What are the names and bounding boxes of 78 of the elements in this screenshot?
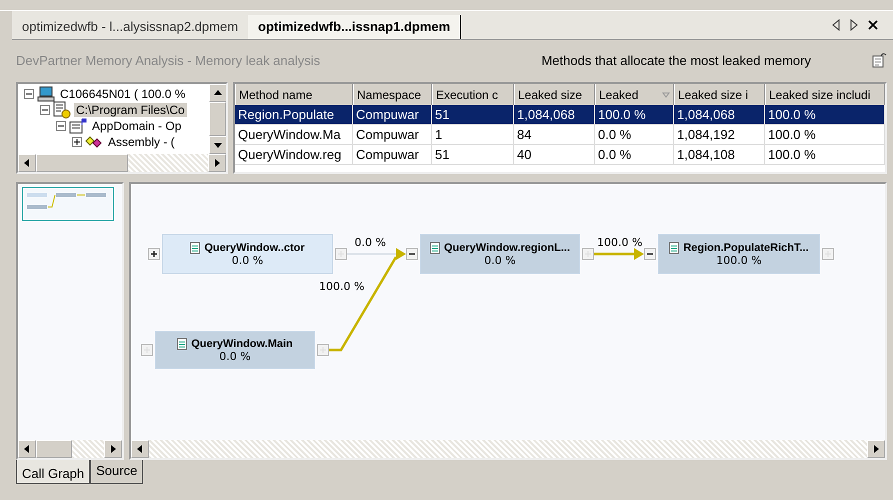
table-cell: 84 bbox=[514, 125, 595, 145]
scrollbar-thumb[interactable] bbox=[36, 154, 128, 172]
document-icon bbox=[430, 242, 440, 254]
table-cell: QueryWindow.Ma bbox=[235, 125, 353, 145]
document-tab[interactable]: optimizedwfb...issnap1.dpmem bbox=[248, 15, 462, 39]
scroll-right-icon[interactable] bbox=[849, 19, 859, 31]
table-cell: 0.0 % bbox=[595, 125, 674, 145]
view-tab[interactable]: Source bbox=[90, 460, 144, 484]
table-cell: Region.Populate bbox=[235, 105, 353, 125]
horizontal-scrollbar[interactable] bbox=[18, 440, 122, 458]
sort-arrow-icon bbox=[662, 92, 670, 98]
expand-icon[interactable] bbox=[148, 248, 160, 260]
document-gear-icon bbox=[53, 101, 71, 119]
scroll-up-icon[interactable] bbox=[209, 84, 226, 102]
table-cell: QueryWindow.reg bbox=[235, 145, 353, 165]
collapse-icon[interactable] bbox=[406, 248, 418, 260]
table-cell: 1,084,068 bbox=[514, 105, 595, 125]
expander-icon[interactable] bbox=[72, 137, 82, 147]
edge-label: 0.0 % bbox=[354, 236, 386, 249]
method-node[interactable]: QueryWindow.Main 0.0 % bbox=[155, 331, 315, 369]
table-cell: 1,084,068 bbox=[674, 105, 765, 125]
table-cell: 100.0 % bbox=[765, 105, 885, 125]
document-icon bbox=[177, 338, 188, 350]
method-name: QueryWindow.regionL... bbox=[444, 242, 570, 254]
table-row[interactable]: QueryWindow.Ma Compuwar 1 84 0.0 % 1,084,192 100.0 % bbox=[235, 125, 885, 145]
tree-item[interactable]: C:\Program Files\Co bbox=[74, 103, 187, 117]
method-node[interactable]: QueryWindow.regionL... 0.0 % bbox=[420, 234, 580, 274]
minimap-drawing[interactable] bbox=[22, 187, 114, 221]
tree-item[interactable]: C106645N01 ( 100.0 % bbox=[58, 87, 188, 101]
table-cell: 51 bbox=[432, 105, 514, 125]
view-tab[interactable]: Call Graph bbox=[16, 460, 90, 484]
table-cell: 1 bbox=[432, 125, 514, 145]
method-percent: 0.0 % bbox=[232, 254, 264, 266]
notes-icon[interactable] bbox=[871, 52, 887, 68]
table-cell: Compuwar bbox=[353, 125, 432, 145]
method-name: QueryWindow..ctor bbox=[204, 242, 305, 254]
expander-icon[interactable] bbox=[56, 121, 66, 131]
method-percent: 100.0 % bbox=[716, 254, 762, 266]
panel-caption: Methods that allocate the most leaked memory bbox=[541, 52, 811, 68]
document-icon bbox=[669, 242, 680, 254]
table-cell: 1,084,108 bbox=[674, 145, 765, 165]
scrollbar-thumb[interactable] bbox=[209, 102, 226, 136]
table-row[interactable]: Region.Populate Compuwar 51 1,084,068 100.0 % 1,084,068 100.0 % bbox=[235, 105, 885, 125]
document-icon bbox=[190, 242, 200, 254]
table-cell: 100.0 % bbox=[765, 145, 885, 165]
table-cell: 100.0 % bbox=[765, 125, 885, 145]
method-percent: 0.0 % bbox=[484, 254, 516, 266]
method-node[interactable]: Region.PopulateRichT... 100.0 % bbox=[658, 234, 820, 274]
edge-label: 100.0 % bbox=[319, 280, 364, 293]
analysis-title: DevPartner Memory Analysis - Memory leak analysis bbox=[16, 52, 322, 68]
expander-icon[interactable] bbox=[24, 89, 34, 99]
table-cell: Compuwar bbox=[353, 145, 432, 165]
tree-item[interactable]: AppDomain - Op bbox=[90, 119, 184, 133]
collapse-icon[interactable] bbox=[644, 248, 656, 260]
method-name: QueryWindow.Main bbox=[191, 338, 293, 350]
method-percent: 0.0 % bbox=[219, 350, 251, 362]
close-icon[interactable] bbox=[867, 19, 879, 31]
expander-icon[interactable] bbox=[40, 105, 50, 115]
scrollbar-thumb[interactable] bbox=[36, 440, 72, 458]
horizontal-scrollbar[interactable] bbox=[18, 154, 226, 172]
method-name: Region.PopulateRichT... bbox=[683, 242, 809, 254]
table-cell: 100.0 % bbox=[595, 105, 674, 125]
computer-icon bbox=[37, 86, 55, 102]
table-row[interactable]: QueryWindow.reg Compuwar 51 40 0.0 % 1,084,108 100.0 % bbox=[235, 145, 885, 165]
method-node[interactable]: QueryWindow..ctor 0.0 % bbox=[162, 234, 333, 274]
table-cell: 1,084,192 bbox=[674, 125, 765, 145]
tree-item[interactable]: Assembly - ( bbox=[106, 135, 177, 149]
document-tab[interactable]: optimizedwfb - l...alysissnap2.dpmem bbox=[12, 15, 248, 39]
vertical-scrollbar[interactable] bbox=[209, 84, 226, 154]
document-flag-icon bbox=[69, 118, 87, 134]
table-cell: 51 bbox=[432, 145, 514, 165]
table-cell: Compuwar bbox=[353, 105, 432, 125]
table-cell: 40 bbox=[514, 145, 595, 165]
diamond-pair-icon bbox=[85, 135, 103, 149]
scroll-left-icon[interactable] bbox=[831, 19, 841, 31]
scroll-down-icon[interactable] bbox=[209, 136, 226, 154]
edge-label: 100.0 % bbox=[597, 236, 642, 249]
table-cell: 0.0 % bbox=[595, 145, 674, 165]
